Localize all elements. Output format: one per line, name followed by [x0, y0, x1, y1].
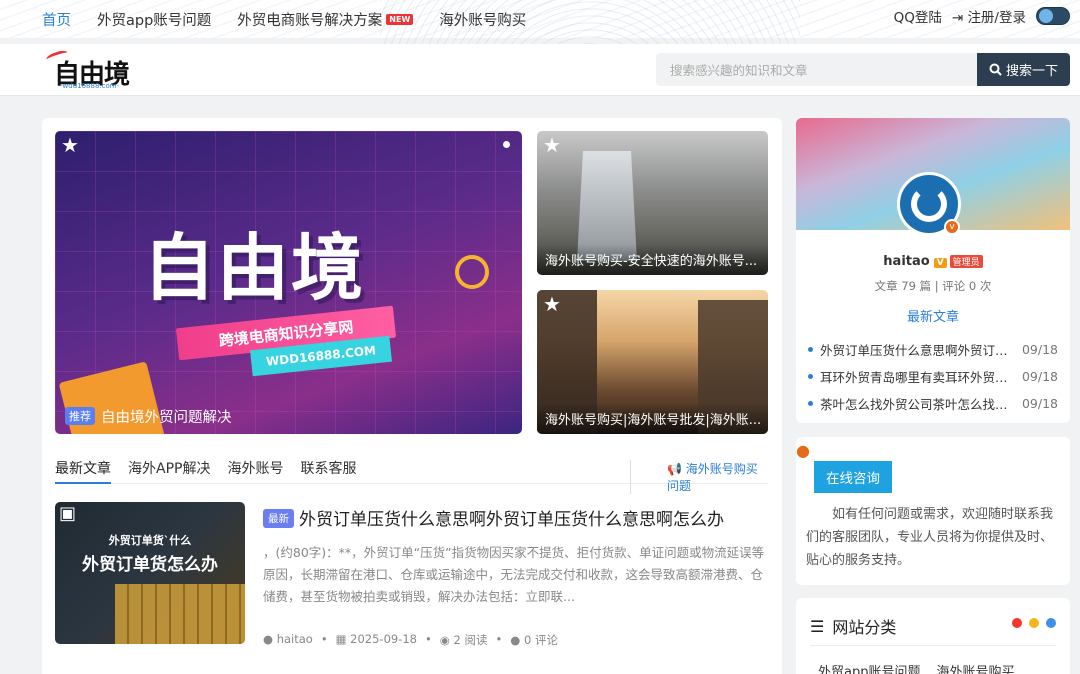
- dark-mode-toggle[interactable]: [1036, 7, 1070, 25]
- main-nav: 首页 外贸app账号问题 外贸电商账号解决方案 NEW 海外账号购买: [42, 0, 526, 38]
- article-tabs: 最新文章 海外APP解决 海外账号 联系客服 📢 海外账号购买问题: [55, 450, 768, 494]
- search-input[interactable]: 搜索感兴趣的知识和文章: [656, 53, 978, 86]
- post-thumb-line2: 外贸订单货怎么办: [82, 555, 218, 575]
- meta-sep: •: [425, 632, 432, 646]
- profile-name-text[interactable]: haitao: [883, 254, 929, 269]
- thumb-caption: 海外账号购买-安全快速的海外账号...: [537, 244, 768, 275]
- chat-icon: ●: [796, 441, 810, 460]
- hero-big-text: 自由境: [143, 226, 366, 310]
- tab-latest[interactable]: 最新文章: [55, 450, 111, 484]
- list-item[interactable]: 茶叶怎么找外贸公司茶叶怎么找外贸公司09/18: [808, 390, 1058, 417]
- hero-caption-text: 自由境外贸问题解决: [101, 410, 232, 426]
- featured-thumb-2[interactable]: ★ 海外账号购买|海外账号批发|海外账...: [537, 290, 768, 434]
- eye-icon: ◉: [439, 633, 450, 647]
- post-excerpt: ，(约80字)：**，外贸订单“压货”指货物因买家不提货、拒付货款、单证问题或物…: [263, 545, 765, 604]
- consult-text: 如有任何问题或需求，欢迎随时联系我们的客服团队，专业人员将为你提供及时、贴心的服…: [806, 507, 1054, 568]
- hero-caption: 推荐 自由境外贸问题解决: [65, 406, 232, 427]
- calendar-icon: ▦: [335, 632, 347, 646]
- post-title-text: 外贸订单压货什么意思啊外贸订单压货什么意思啊怎么办: [299, 510, 724, 530]
- category-item[interactable]: 海外账号购买: [936, 661, 1014, 674]
- list-item[interactable]: 外贸订单压货什么意思啊外贸订单压货什么意思啊怎么办09/18: [808, 336, 1058, 363]
- power-icon: [911, 186, 947, 222]
- qq-login-link[interactable]: QQ登陆: [894, 6, 942, 26]
- star-icon: ★: [61, 133, 79, 157]
- author-name: haitao: [276, 632, 313, 646]
- nav-home[interactable]: 首页: [42, 9, 71, 30]
- logo-subtext: -wdd16888.com-: [60, 82, 120, 90]
- latest-badge: 最新: [263, 509, 294, 528]
- views: ◉ 2 阅读: [440, 632, 488, 648]
- post-thumbnail[interactable]: ▣ 外贸订单货`什么 外贸订单货怎么办: [55, 502, 245, 644]
- latest-articles-list: 外贸订单压货什么意思啊外贸订单压货什么意思啊怎么办09/18 耳环外贸青岛哪里有…: [808, 336, 1058, 417]
- category-title: 网站分类: [832, 618, 897, 637]
- star-icon: ★: [543, 133, 561, 157]
- search-button[interactable]: 搜索一下: [977, 53, 1070, 86]
- featured-thumb-1[interactable]: ★ 海外账号购买-安全快速的海外账号...: [537, 131, 768, 275]
- tab-contact[interactable]: 联系客服: [300, 450, 356, 483]
- search-icon: [989, 63, 1002, 76]
- author[interactable]: ● haitao: [263, 632, 313, 648]
- tab-overseas-account[interactable]: 海外账号: [227, 450, 283, 483]
- list-item[interactable]: 耳环外贸青岛哪里有卖耳环外贸青岛哪里有卖09/18: [808, 363, 1058, 390]
- auth-area: QQ登陆 ⇥ 注册/登录: [894, 6, 1070, 26]
- meta-sep: •: [495, 632, 503, 646]
- list-item-title: 耳环外贸青岛哪里有卖耳环外贸青岛哪里有卖: [820, 370, 1018, 385]
- post-meta: ● haitao • ▦ 2025-09-18 • ◉ 2 阅读 • ● 0 评…: [263, 632, 558, 648]
- category-card: ☰ 网站分类 外贸app账号问题 海外账号购买: [796, 598, 1070, 674]
- profile-name: haitao V 管理员: [796, 254, 1070, 269]
- divider: [810, 645, 1056, 646]
- list-item-date: 09/18: [1021, 342, 1058, 357]
- register-login-link[interactable]: ⇥ 注册/登录: [952, 6, 1026, 26]
- nav-app-account[interactable]: 外贸app账号问题: [97, 9, 211, 30]
- comment-icon: ●: [510, 633, 521, 647]
- post-thumb-line1: 外贸订单货`什么: [108, 534, 192, 547]
- slider-dot[interactable]: [503, 141, 510, 148]
- window-dots: [1012, 618, 1056, 628]
- consult-button[interactable]: 在线咨询: [814, 461, 892, 493]
- list-item-date: 09/18: [1021, 396, 1058, 411]
- consult-card: ● 在线咨询 如有任何问题或需求，欢迎随时联系我们的客服团队，专业人员将为你提供…: [796, 437, 1070, 585]
- admin-badge: 管理员: [949, 255, 983, 268]
- date: ▦ 2025-09-18: [336, 632, 417, 648]
- tab-overseas-app[interactable]: 海外APP解决: [128, 450, 210, 483]
- nav-solutions[interactable]: 外贸电商账号解决方案 NEW: [237, 9, 414, 30]
- thumb-caption: 海外账号购买|海外账号批发|海外账...: [537, 403, 768, 434]
- hero-slide[interactable]: 自由境 跨境电商知识分享网 WDD16888.COM ★ 推荐 自由境外贸问题解决: [55, 131, 522, 434]
- comments[interactable]: ● 0 评论: [510, 632, 558, 648]
- register-login-label: 注册/登录: [967, 10, 1026, 26]
- date-text: 2025-09-18: [350, 632, 417, 646]
- comments-text: 0 评论: [523, 633, 558, 647]
- user-icon: ●: [263, 632, 274, 646]
- meta-sep: •: [320, 632, 328, 646]
- login-icon: ⇥: [951, 10, 964, 26]
- tabs-right-link[interactable]: 📢 海外账号购买问题: [630, 460, 768, 494]
- search-button-label: 搜索一下: [1005, 64, 1058, 79]
- post-title[interactable]: 最新 外贸订单压货什么意思啊外贸订单压货什么意思啊怎么办: [263, 505, 724, 530]
- profile-stats: 文章 79 篇 | 评论 0 次: [874, 279, 992, 293]
- coins-image: [115, 584, 245, 644]
- menu-icon: ☰: [810, 616, 825, 636]
- category-list: 外贸app账号问题 海外账号购买: [818, 661, 1015, 674]
- recommend-tag: 推荐: [65, 407, 95, 425]
- nav-buy-accounts[interactable]: 海外账号购买: [439, 9, 526, 30]
- red-dot: [1012, 618, 1022, 628]
- ring-decor: [455, 255, 489, 289]
- image-icon: ▣: [59, 503, 77, 524]
- views-text: 2 阅读: [453, 633, 488, 647]
- category-header: ☰ 网站分类: [810, 614, 896, 638]
- latest-articles-label: 最新文章: [906, 310, 959, 325]
- new-badge: NEW: [386, 13, 414, 25]
- nav-solutions-label: 外贸电商账号解决方案: [237, 12, 383, 29]
- list-item-title: 外贸订单压货什么意思啊外贸订单压货什么意思啊怎么办: [820, 343, 1018, 358]
- star-icon: ★: [543, 292, 561, 316]
- vip-badge: V: [933, 258, 947, 268]
- list-item-date: 09/18: [1021, 369, 1058, 384]
- blue-dot: [1046, 618, 1056, 628]
- list-item-title: 茶叶怎么找外贸公司茶叶怎么找外贸公司: [820, 397, 1018, 412]
- avatar[interactable]: v: [897, 172, 961, 236]
- verified-icon: v: [944, 219, 960, 235]
- yellow-dot: [1029, 618, 1039, 628]
- category-item[interactable]: 外贸app账号问题: [818, 661, 920, 674]
- site-logo[interactable]: 自由境 -wdd16888.com-: [44, 48, 136, 92]
